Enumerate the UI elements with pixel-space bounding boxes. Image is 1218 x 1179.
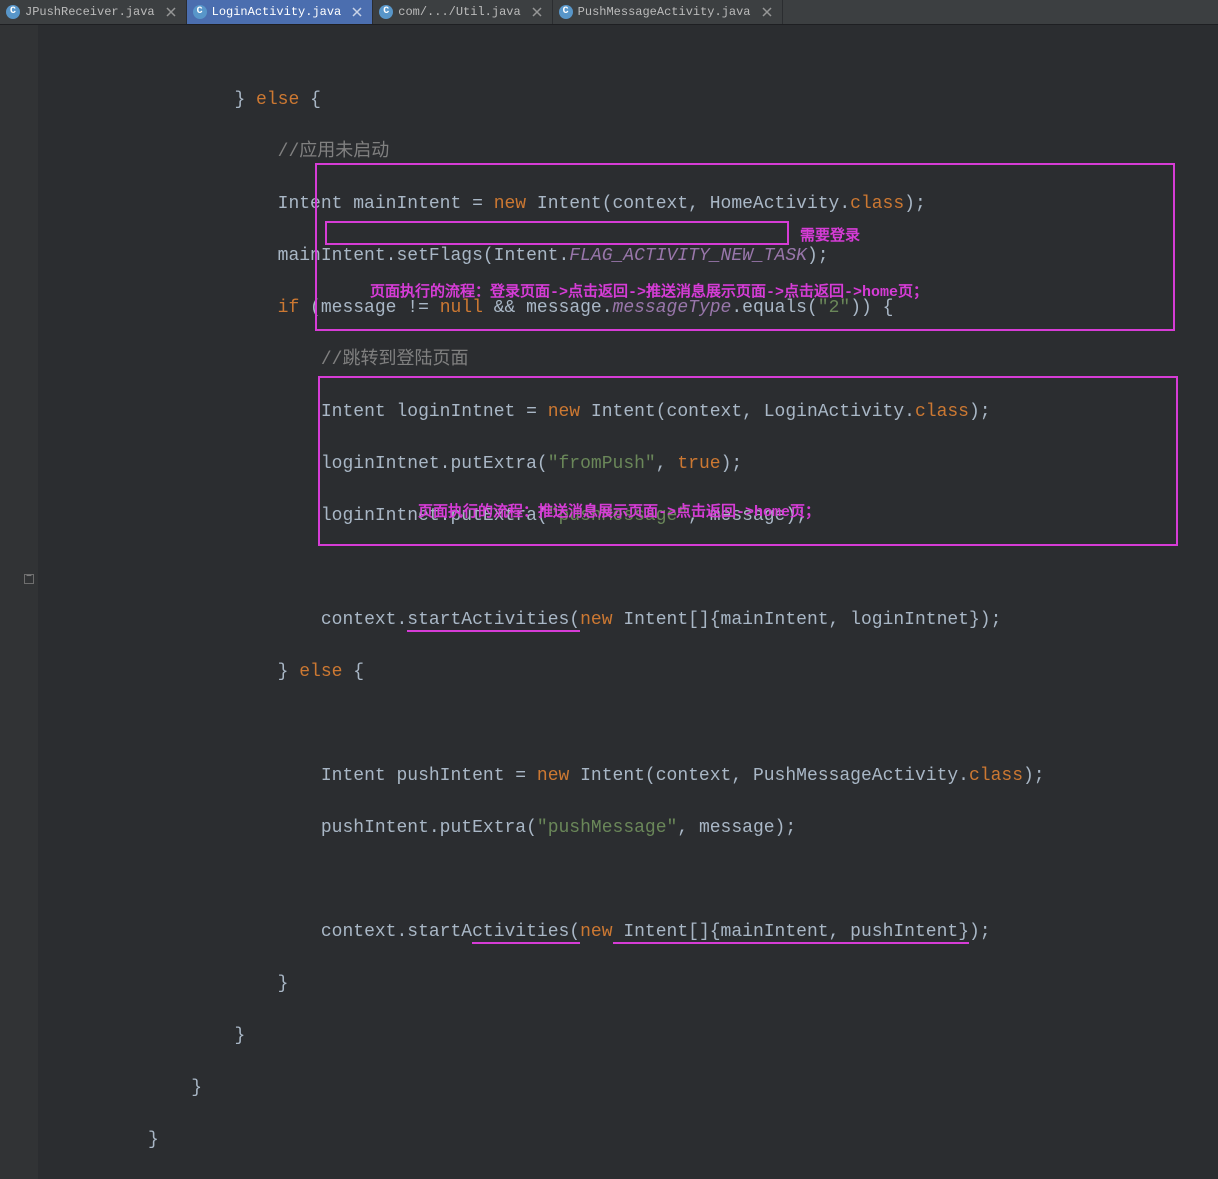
close-icon[interactable] — [532, 7, 542, 17]
java-class-icon: C — [559, 5, 573, 19]
code-line: Intent pushIntent = new Intent(context, … — [40, 763, 1218, 789]
code-line: } — [40, 971, 1218, 997]
java-class-icon: C — [379, 5, 393, 19]
java-class-icon: C — [193, 5, 207, 19]
code-line: } else { — [40, 87, 1218, 113]
java-class-icon: C — [6, 5, 20, 19]
code-line: } — [40, 1127, 1218, 1153]
tab-jpushreceiver[interactable]: C JPushReceiver.java — [0, 0, 187, 24]
annotation-need-login: 需要登录 — [800, 224, 860, 245]
close-icon[interactable] — [166, 7, 176, 17]
code-line: context.startActivities(new Intent[]{mai… — [40, 607, 1218, 633]
code-editor[interactable]: } else { //应用未启动 Intent mainIntent = new… — [0, 25, 1218, 1179]
close-icon[interactable] — [762, 7, 772, 17]
code-line: } — [40, 1023, 1218, 1049]
tab-label: PushMessageActivity.java — [578, 5, 751, 19]
tab-label: JPushReceiver.java — [25, 5, 155, 19]
code-line: Intent loginIntnet = new Intent(context,… — [40, 399, 1218, 425]
tab-label: LoginActivity.java — [212, 5, 342, 19]
code-line — [40, 867, 1218, 893]
code-line: context.startActivities(new Intent[]{mai… — [40, 919, 1218, 945]
code-line: //应用未启动 — [40, 139, 1218, 165]
annotation-flow1: 页面执行的流程：登录页面->点击返回->推送消息展示页面->点击返回->home… — [370, 280, 928, 301]
fold-icon[interactable] — [24, 574, 34, 584]
editor-tabs: C JPushReceiver.java C LoginActivity.jav… — [0, 0, 1218, 25]
code-line: } else { — [40, 659, 1218, 685]
code-line: mainIntent.setFlags(Intent.FLAG_ACTIVITY… — [40, 243, 1218, 269]
code-line: pushIntent.putExtra("pushMessage", messa… — [40, 815, 1218, 841]
code-line: Intent mainIntent = new Intent(context, … — [40, 191, 1218, 217]
tab-loginactivity[interactable]: C LoginActivity.java — [187, 0, 374, 24]
tab-util[interactable]: C com/.../Util.java — [373, 0, 552, 24]
code-line: } — [40, 1075, 1218, 1101]
tab-pushmessageactivity[interactable]: C PushMessageActivity.java — [553, 0, 783, 24]
close-icon[interactable] — [352, 7, 362, 17]
code-line — [40, 711, 1218, 737]
code-line — [40, 555, 1218, 581]
gutter — [0, 25, 38, 1179]
code-line: loginIntnet.putExtra("fromPush", true); — [40, 451, 1218, 477]
code-line: //跳转到登陆页面 — [40, 347, 1218, 373]
annotation-flow2: 页面执行的流程：推送消息展示页面->点击返回->home页； — [418, 500, 820, 521]
tab-label: com/.../Util.java — [398, 5, 520, 19]
